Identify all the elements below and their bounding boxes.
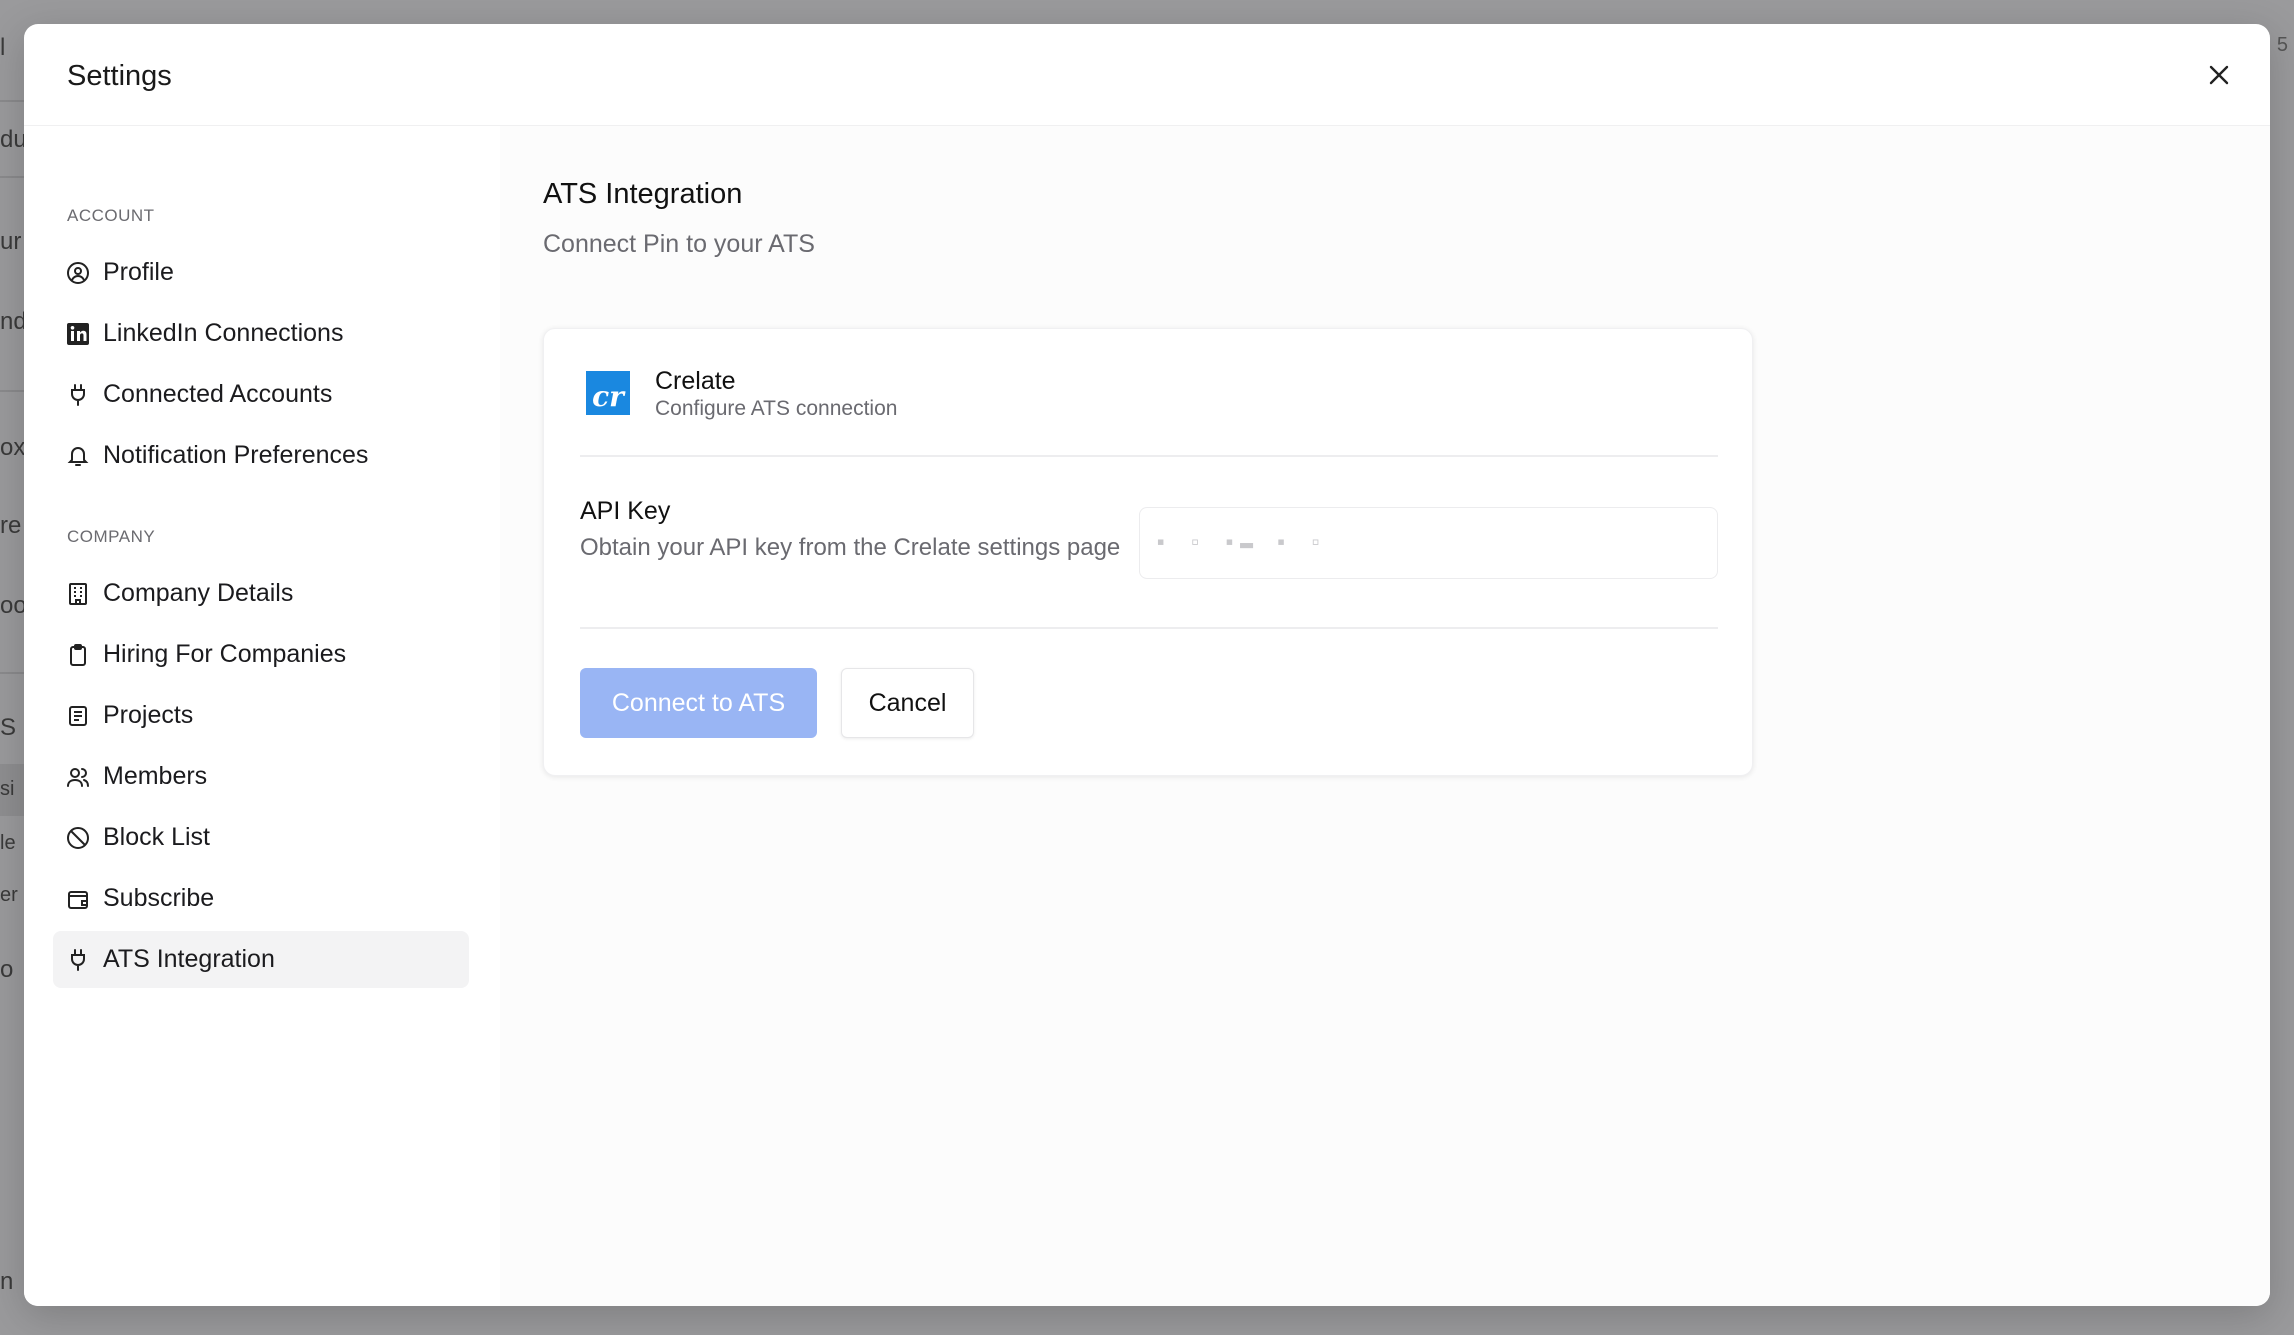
list-icon [65,703,91,729]
sidebar-item-label: Block List [103,823,210,851]
connect-to-ats-button[interactable]: Connect to ATS [580,668,817,738]
background-text: oo [0,592,24,619]
block-icon [65,825,91,851]
settings-content: ATS Integration Connect Pin to your ATS … [500,126,2270,1306]
api-key-masked-value: ▪ ▫ ▪▬ ▪ ▫ [1154,530,1327,556]
sidebar-item-label: Projects [103,701,194,729]
sidebar-item-block-list[interactable]: Block List [53,809,469,866]
sidebar-item-hiring-for-companies[interactable]: Hiring For Companies [53,626,469,683]
settings-modal: Settings ACCOUNT Profile LinkedIn Connec… [24,24,2270,1306]
clipboard-icon [65,642,91,668]
background-text: S [0,714,17,741]
cancel-button[interactable]: Cancel [841,668,974,738]
sidebar-item-ats-integration[interactable]: ATS Integration [53,931,469,988]
background-text: ur [0,228,22,255]
background-text: si [0,778,15,800]
users-icon [65,764,91,790]
sidebar-item-subscribe[interactable]: Subscribe [53,870,469,927]
background-text: ox [0,434,24,461]
sidebar-item-linkedin-connections[interactable]: LinkedIn Connections [53,305,469,362]
background-text: n [0,1268,14,1295]
api-key-input[interactable]: ▪ ▫ ▪▬ ▪ ▫ [1139,507,1718,579]
api-key-help: Obtain your API key from the Crelate set… [580,534,1121,561]
page-subtitle: Connect Pin to your ATS [543,230,815,258]
wallet-icon [65,886,91,912]
background-text: 5 [2276,34,2288,56]
sidebar-item-projects[interactable]: Projects [53,687,469,744]
background-divider [0,176,24,178]
crelate-logo-text: cr [592,380,624,413]
background-divider [0,100,24,102]
sidebar-item-company-details[interactable]: Company Details [53,565,469,622]
background-text: o [0,956,14,983]
background-divider [0,672,24,674]
crelate-logo: cr [586,371,630,415]
sidebar-item-label: Hiring For Companies [103,640,347,668]
sidebar-item-members[interactable]: Members [53,748,469,805]
linkedin-icon [65,321,91,347]
plug-icon [65,382,91,408]
background-divider [0,390,24,392]
ats-provider-description: Configure ATS connection [655,397,898,420]
page-title: ATS Integration [543,178,743,210]
modal-header: Settings [24,24,2270,126]
close-button[interactable] [2204,60,2234,90]
modal-title: Settings [67,60,172,92]
sidebar-item-label: Profile [103,258,174,286]
user-circle-icon [65,260,91,286]
bell-icon [65,443,91,469]
close-icon [2209,65,2229,85]
sidebar-item-notification-preferences[interactable]: Notification Preferences [53,427,469,484]
settings-sidebar: ACCOUNT Profile LinkedIn Connections Con… [24,126,500,1306]
sidebar-item-label: Company Details [103,579,294,607]
background-text: er [0,884,18,906]
background-text: re [0,512,22,539]
sidebar-item-connected-accounts[interactable]: Connected Accounts [53,366,469,423]
sidebar-section-account: ACCOUNT [67,206,155,225]
sidebar-item-label: ATS Integration [103,945,275,973]
sidebar-section-company: COMPANY [67,527,156,546]
sidebar-item-label: LinkedIn Connections [103,319,344,347]
sidebar-item-label: Notification Preferences [103,441,369,469]
background-text: l [0,34,6,61]
card-divider [580,627,1718,629]
sidebar-item-label: Members [103,762,208,790]
background-text: du [0,126,24,153]
ats-card: cr Crelate Configure ATS connection API … [543,328,1753,776]
sidebar-item-profile[interactable]: Profile [53,244,469,301]
sidebar-item-label: Subscribe [103,884,215,912]
plug-icon [65,947,91,973]
building-icon [65,581,91,607]
api-key-label: API Key [580,497,671,525]
background-text: le [0,832,16,854]
background-text: nd [0,308,24,335]
ats-provider-name: Crelate [655,367,736,395]
card-divider [580,455,1718,457]
sidebar-item-label: Connected Accounts [103,380,333,408]
